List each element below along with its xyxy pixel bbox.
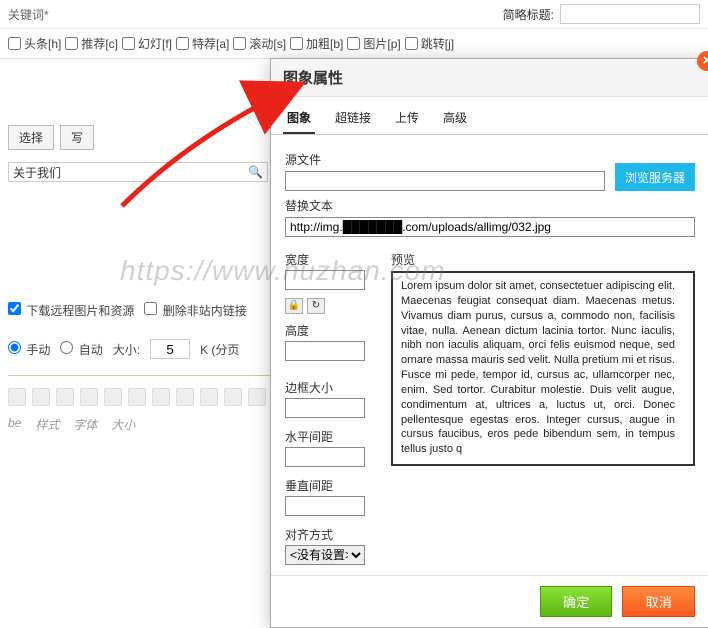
keyword-asterisk: 关键词* <box>8 6 49 23</box>
height-input[interactable] <box>285 341 365 361</box>
width-label: 宽度 <box>285 251 375 268</box>
opt-remove-external-link[interactable]: 删除非站内链接 <box>144 302 246 319</box>
flag-scroll[interactable]: 滚动[s] <box>233 35 286 52</box>
source-file-label: 源文件 <box>285 151 605 168</box>
toolbar-icon[interactable] <box>128 388 146 406</box>
preview-label: 预览 <box>391 251 695 268</box>
toolbar-label-style[interactable]: 样式 <box>35 416 59 433</box>
short-title-input[interactable] <box>560 4 700 24</box>
hspace-input[interactable] <box>285 447 365 467</box>
toolbar-icon[interactable] <box>248 388 266 406</box>
cancel-button[interactable]: 取消 <box>622 586 695 617</box>
tab-hyperlink[interactable]: 超链接 <box>331 103 375 134</box>
toolbar-label-size[interactable]: 大小 <box>111 416 135 433</box>
size-input[interactable] <box>150 339 190 359</box>
ok-button[interactable]: 确定 <box>540 586 613 617</box>
flag-image[interactable]: 图片[p] <box>347 35 400 52</box>
toolbar-label[interactable]: be <box>8 416 21 433</box>
toolbar-icon[interactable] <box>8 388 26 406</box>
image-properties-dialog: 图象属性 × 图象 超链接 上传 高级 源文件 浏览服务器 替换文本 宽度 🔒 … <box>270 58 708 628</box>
short-title-label: 简略标题: <box>503 6 554 23</box>
flag-slide[interactable]: 幻灯[f] <box>122 35 172 52</box>
tab-advanced[interactable]: 高级 <box>439 103 471 134</box>
flag-recommend[interactable]: 推荐[c] <box>65 35 118 52</box>
reset-size-icon[interactable]: ↻ <box>307 298 325 314</box>
source-file-input[interactable] <box>285 171 605 191</box>
flags-row: 头条[h] 推荐[c] 幻灯[f] 特荐[a] 滚动[s] 加粗[b] 图片[p… <box>0 29 708 59</box>
flag-bold[interactable]: 加粗[b] <box>290 35 343 52</box>
toolbar-icon[interactable] <box>104 388 122 406</box>
toolbar-icon[interactable] <box>32 388 50 406</box>
dialog-title: 图象属性 <box>283 70 343 87</box>
width-input[interactable] <box>285 270 365 290</box>
opt-auto[interactable]: 自动 <box>60 341 102 358</box>
size-label: 大小: <box>113 341 140 358</box>
toolbar-icon[interactable] <box>224 388 242 406</box>
toolbar-icon[interactable] <box>152 388 170 406</box>
align-label: 对齐方式 <box>285 526 375 543</box>
flag-jump[interactable]: 跳转[j] <box>405 35 454 52</box>
flag-headline[interactable]: 头条[h] <box>8 35 61 52</box>
alt-text-label: 替换文本 <box>285 197 695 214</box>
size-unit: K (分页 <box>200 341 239 358</box>
keyword-write-button[interactable]: 写 <box>60 125 94 150</box>
browse-server-button[interactable]: 浏览服务器 <box>615 163 695 191</box>
alt-text-input[interactable] <box>285 217 695 237</box>
border-input[interactable] <box>285 398 365 418</box>
tab-upload[interactable]: 上传 <box>391 103 423 134</box>
toolbar-icon[interactable] <box>56 388 74 406</box>
toolbar-icon[interactable] <box>80 388 98 406</box>
lock-ratio-icon[interactable]: 🔒 <box>285 298 303 314</box>
opt-manual[interactable]: 手动 <box>8 341 50 358</box>
keyword-select-button[interactable]: 选择 <box>8 125 54 150</box>
preview-box[interactable]: Lorem ipsum dolor sit amet, consectetuer… <box>391 271 695 466</box>
opt-remote-download[interactable]: 下载远程图片和资源 <box>8 302 134 319</box>
search-icon[interactable]: 🔍 <box>248 165 263 179</box>
flag-special[interactable]: 特荐[a] <box>176 35 229 52</box>
toolbar-icon[interactable] <box>200 388 218 406</box>
vspace-label: 垂直间距 <box>285 477 375 494</box>
height-label: 高度 <box>285 322 375 339</box>
border-label: 边框大小 <box>285 379 375 396</box>
summary-value[interactable]: 关于我们 <box>13 164 61 181</box>
close-icon[interactable]: × <box>697 51 708 71</box>
toolbar-label-font[interactable]: 字体 <box>73 416 97 433</box>
tab-image[interactable]: 图象 <box>283 103 315 134</box>
hspace-label: 水平间距 <box>285 428 375 445</box>
toolbar-icon[interactable] <box>176 388 194 406</box>
vspace-input[interactable] <box>285 496 365 516</box>
align-select[interactable]: <没有设置> <box>285 545 365 565</box>
